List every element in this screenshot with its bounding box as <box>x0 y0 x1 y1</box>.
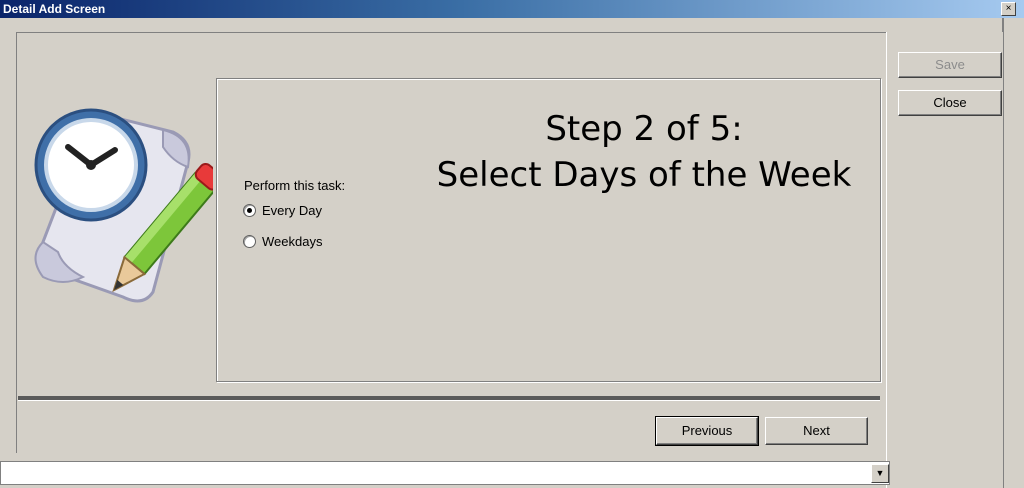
chevron-down-icon[interactable]: ▼ <box>871 464 889 483</box>
window-title: Detail Add Screen <box>3 2 106 16</box>
next-button[interactable]: Next <box>765 417 868 445</box>
radio-weekdays[interactable]: Weekdays <box>243 232 322 250</box>
radio-every-day-label: Every Day <box>262 202 322 218</box>
close-window-button[interactable]: × <box>1001 2 1016 16</box>
radio-weekdays-label: Weekdays <box>262 233 323 249</box>
step-counter: Step 2 of 5: <box>545 109 743 149</box>
perform-task-label: Perform this task: <box>244 178 346 193</box>
step-heading: Step 2 of 5: Select Days of the Week <box>409 106 879 198</box>
save-button[interactable]: Save <box>898 52 1002 78</box>
title-bar: Detail Add Screen × <box>0 0 1024 18</box>
scheduled-task-icon <box>34 108 213 303</box>
status-combobox[interactable] <box>0 461 890 485</box>
previous-button[interactable]: Previous <box>655 416 759 446</box>
wizard-separator <box>18 396 880 401</box>
radio-weekdays-control[interactable] <box>243 234 256 248</box>
radio-every-day-control[interactable] <box>243 203 256 217</box>
close-button[interactable]: Close <box>898 90 1002 116</box>
radio-every-day[interactable]: Every Day <box>243 201 322 219</box>
step-description: Select Days of the Week <box>436 155 852 195</box>
